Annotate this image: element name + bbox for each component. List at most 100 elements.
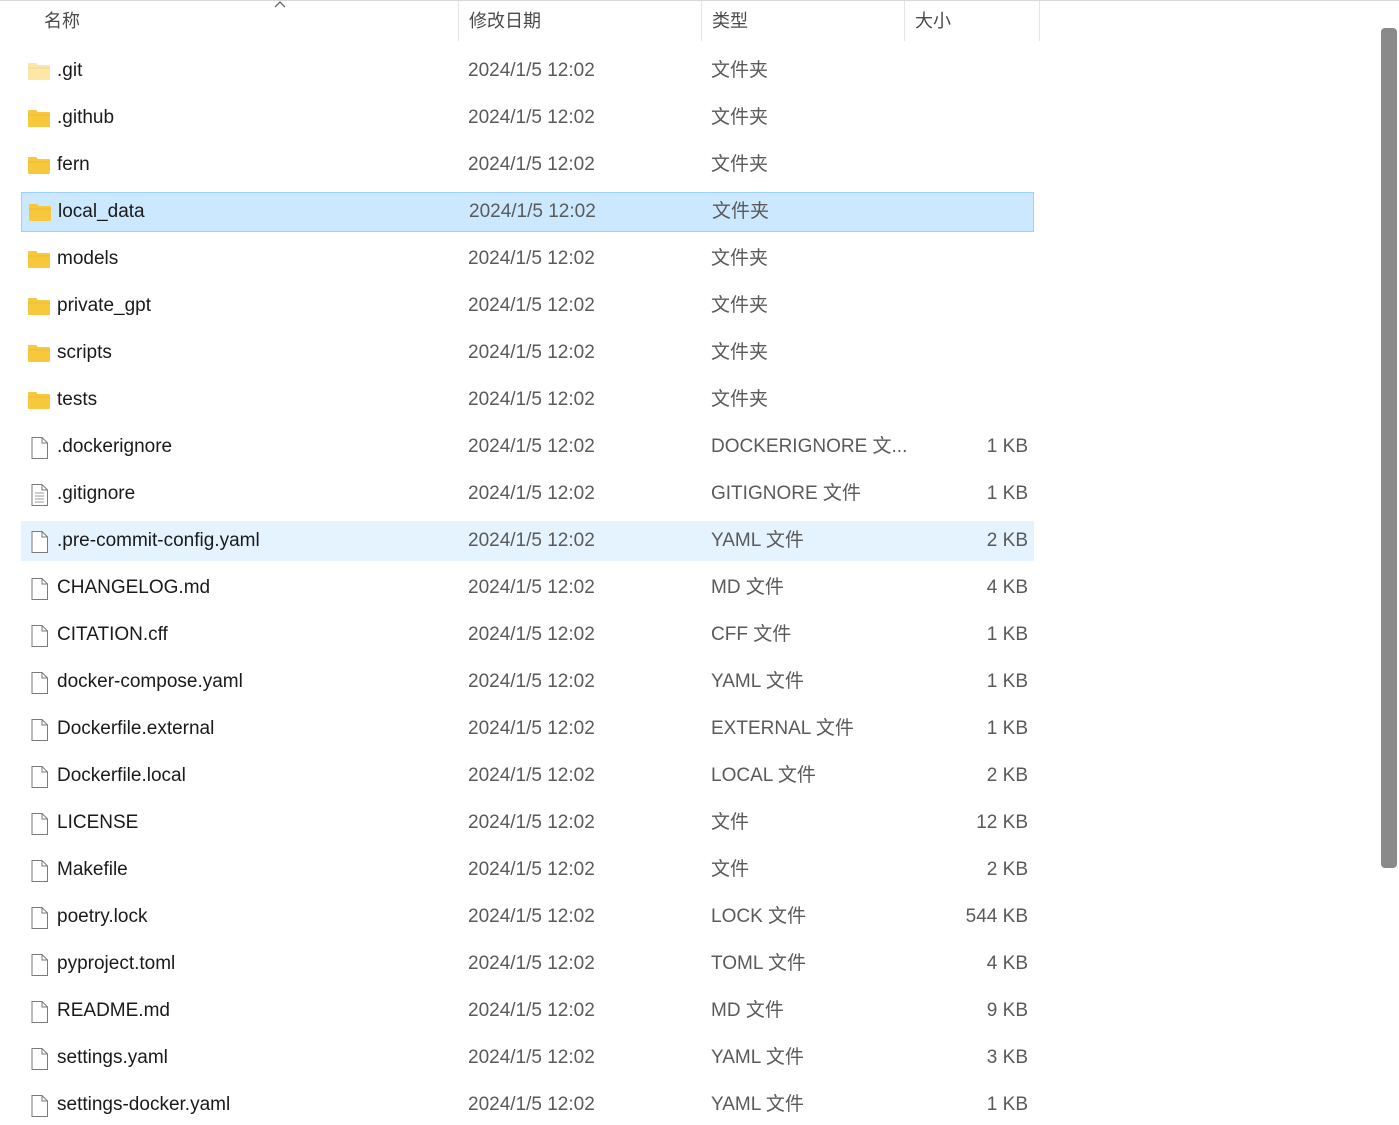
file-icon — [27, 437, 51, 459]
file-icon — [27, 954, 51, 976]
file-modified-date: 2024/1/5 12:02 — [468, 718, 595, 739]
file-icon — [27, 1001, 51, 1023]
folder-icon — [27, 296, 51, 316]
file-name: tests — [57, 389, 98, 410]
file-name: .dockerignore — [57, 436, 173, 457]
sort-ascending-icon — [274, 0, 286, 11]
file-modified-date: 2024/1/5 12:02 — [468, 154, 595, 175]
file-type: 文件夹 — [711, 295, 769, 316]
file-name: Dockerfile.local — [57, 765, 186, 786]
file-type: TOML 文件 — [711, 953, 807, 974]
file-size: 2 KB — [986, 859, 1028, 880]
file-name: CITATION.cff — [57, 624, 168, 645]
column-header-date[interactable]: 修改日期 — [459, 1, 702, 41]
file-modified-date: 2024/1/5 12:02 — [468, 765, 595, 786]
file-row[interactable]: .dockerignore 2024/1/5 12:02 DOCKERIGNORE … — [21, 427, 1034, 467]
file-row[interactable]: pyproject.toml 2024/1/5 12:02 TOML 文件 4 KB — [21, 944, 1034, 984]
file-row[interactable]: Dockerfile.local 2024/1/5 12:02 LOCAL 文件 2 … — [21, 756, 1034, 796]
file-modified-date: 2024/1/5 12:02 — [468, 60, 595, 81]
file-size: 12 KB — [976, 812, 1028, 833]
file-size: 2 KB — [986, 530, 1028, 551]
file-row[interactable]: CHANGELOG.md 2024/1/5 12:02 MD 文件 4 KB — [21, 568, 1034, 608]
file-row[interactable]: tests 2024/1/5 12:02 文件夹 — [21, 380, 1034, 420]
file-name: .git — [57, 60, 83, 81]
file-name: .gitignore — [57, 483, 136, 504]
file-size: 1 KB — [986, 671, 1028, 692]
column-header-name-label: 名称 — [44, 11, 80, 31]
text-file-icon — [27, 484, 51, 506]
file-row[interactable]: .github 2024/1/5 12:02 文件夹 — [21, 98, 1034, 138]
file-modified-date: 2024/1/5 12:02 — [468, 436, 595, 457]
file-row[interactable]: LICENSE 2024/1/5 12:02 文件 12 KB — [21, 803, 1034, 843]
file-type: YAML 文件 — [711, 1094, 804, 1115]
file-row[interactable]: CITATION.cff 2024/1/5 12:02 CFF 文件 1 KB — [21, 615, 1034, 655]
file-name: README.md — [57, 1000, 170, 1021]
file-size: 1 KB — [986, 1094, 1028, 1115]
column-header-size[interactable]: 大小 — [905, 1, 1040, 41]
file-row[interactable]: docker-compose.yaml 2024/1/5 12:02 YAML 文件… — [21, 662, 1034, 702]
folder-icon — [27, 390, 51, 410]
file-name: Makefile — [57, 859, 128, 880]
file-modified-date: 2024/1/5 12:02 — [468, 295, 595, 316]
file-row[interactable]: private_gpt 2024/1/5 12:02 文件夹 — [21, 286, 1034, 326]
file-icon — [27, 625, 51, 647]
file-type: 文件夹 — [711, 248, 769, 269]
file-size: 544 KB — [965, 906, 1028, 927]
file-type: 文件夹 — [711, 154, 769, 175]
file-name: settings-docker.yaml — [57, 1094, 231, 1115]
file-name: private_gpt — [57, 295, 152, 316]
file-row[interactable]: settings-docker.yaml 2024/1/5 12:02 YAML 文… — [21, 1085, 1034, 1125]
file-modified-date: 2024/1/5 12:02 — [468, 342, 595, 363]
file-modified-date: 2024/1/5 12:02 — [468, 624, 595, 645]
column-header-type[interactable]: 类型 — [702, 1, 905, 41]
file-modified-date: 2024/1/5 12:02 — [468, 1000, 595, 1021]
file-type: EXTERNAL 文件 — [711, 718, 854, 739]
file-icon — [27, 531, 51, 553]
file-type: CFF 文件 — [711, 624, 792, 645]
file-row[interactable]: .pre-commit-config.yaml 2024/1/5 12:02 YAM… — [21, 521, 1034, 561]
file-row[interactable]: Makefile 2024/1/5 12:02 文件 2 KB — [21, 850, 1034, 890]
file-name: docker-compose.yaml — [57, 671, 243, 692]
file-size: 2 KB — [986, 765, 1028, 786]
file-name: CHANGELOG.md — [57, 577, 211, 598]
file-icon — [27, 907, 51, 929]
file-type: DOCKERIGNORE 文... — [711, 436, 908, 457]
file-row[interactable]: Dockerfile.external 2024/1/5 12:02 EXTERNA… — [21, 709, 1034, 749]
file-row[interactable]: poetry.lock 2024/1/5 12:02 LOCK 文件 544 KB — [21, 897, 1034, 937]
file-name: local_data — [58, 201, 145, 222]
file-icon — [27, 813, 51, 835]
file-row[interactable]: models 2024/1/5 12:02 文件夹 — [21, 239, 1034, 279]
file-name: models — [57, 248, 119, 269]
file-row[interactable]: local_data 2024/1/5 12:02 文件夹 — [21, 192, 1034, 232]
file-icon — [27, 1095, 51, 1117]
column-header-size-label: 大小 — [915, 11, 951, 31]
file-type: 文件夹 — [711, 389, 769, 410]
column-header-bar: 名称 修改日期 类型 大小 — [0, 1, 1040, 41]
file-icon — [27, 1048, 51, 1070]
file-type: 文件夹 — [712, 201, 770, 222]
file-row[interactable]: .gitignore 2024/1/5 12:02 GITIGNORE 文件 1 KB — [21, 474, 1034, 514]
file-modified-date: 2024/1/5 12:02 — [468, 248, 595, 269]
file-icon — [27, 860, 51, 882]
vertical-scrollbar-thumb[interactable] — [1381, 28, 1397, 868]
file-name: .github — [57, 107, 115, 128]
file-type: 文件 — [711, 812, 750, 833]
file-modified-date: 2024/1/5 12:02 — [468, 812, 595, 833]
file-row[interactable]: settings.yaml 2024/1/5 12:02 YAML 文件 3 KB — [21, 1038, 1034, 1078]
file-size: 3 KB — [986, 1047, 1028, 1068]
file-type: 文件夹 — [711, 342, 769, 363]
file-row[interactable]: scripts 2024/1/5 12:02 文件夹 — [21, 333, 1034, 373]
column-header-name[interactable]: 名称 — [34, 1, 459, 41]
folder-light-icon — [27, 61, 51, 81]
file-modified-date: 2024/1/5 12:02 — [468, 1047, 595, 1068]
file-modified-date: 2024/1/5 12:02 — [468, 953, 595, 974]
file-modified-date: 2024/1/5 12:02 — [468, 530, 595, 551]
file-row[interactable]: README.md 2024/1/5 12:02 MD 文件 9 KB — [21, 991, 1034, 1031]
file-row[interactable]: .git 2024/1/5 12:02 文件夹 — [21, 51, 1034, 91]
file-size: 1 KB — [986, 624, 1028, 645]
file-icon — [27, 766, 51, 788]
file-type: MD 文件 — [711, 1000, 784, 1021]
file-type: YAML 文件 — [711, 671, 804, 692]
file-row[interactable]: fern 2024/1/5 12:02 文件夹 — [21, 145, 1034, 185]
file-size: 9 KB — [986, 1000, 1028, 1021]
